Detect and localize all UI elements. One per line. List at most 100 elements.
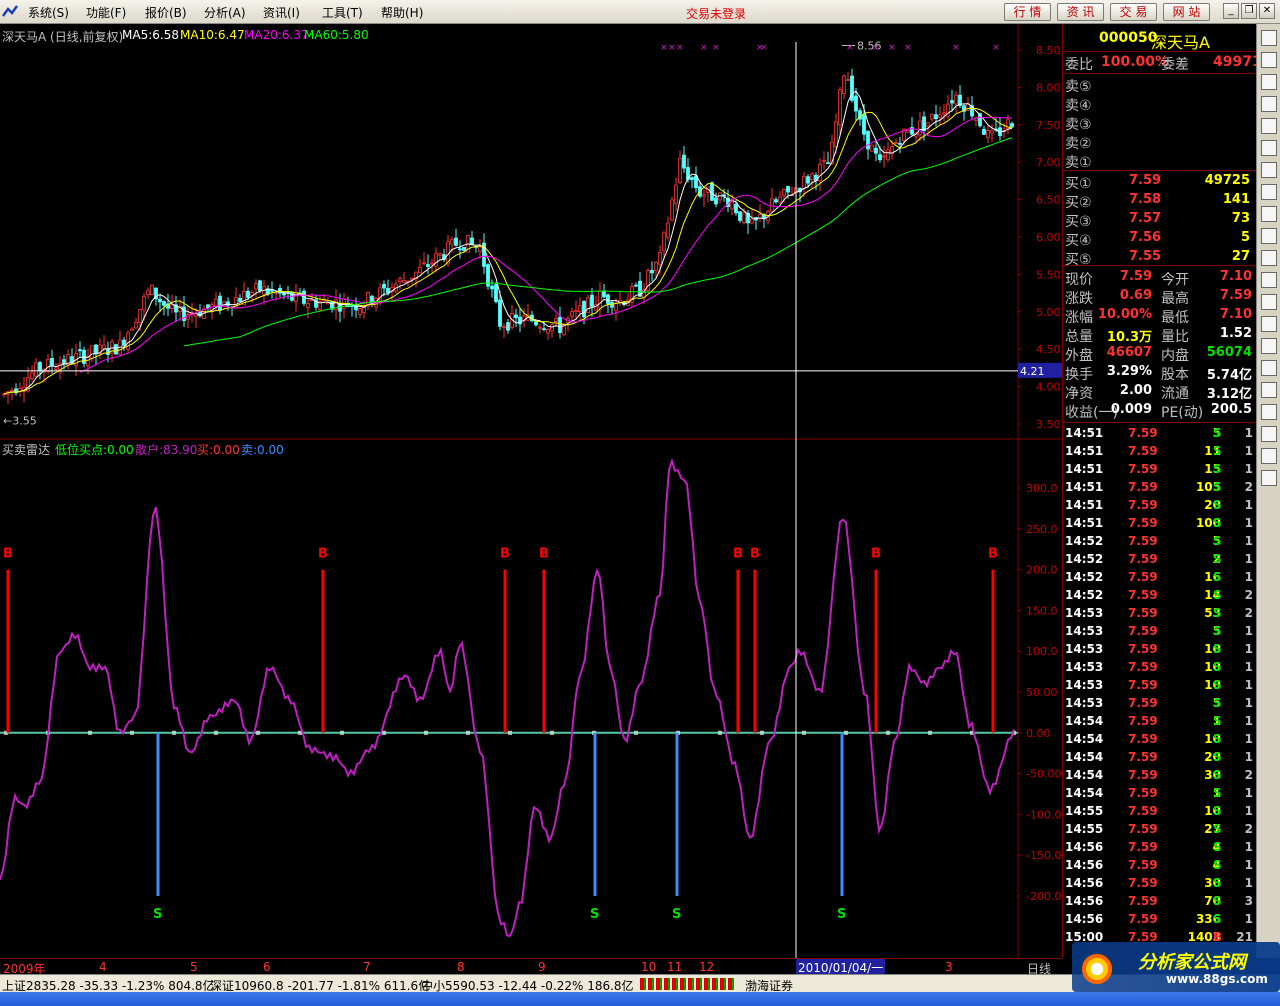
- pen-icon[interactable]: [1261, 426, 1277, 442]
- tick-side: S: [1213, 894, 1222, 908]
- taskbar: [0, 992, 1280, 1006]
- menu-system[interactable]: 系统(S): [28, 4, 69, 21]
- news-icon[interactable]: [1261, 162, 1277, 178]
- zero-line-dot: [466, 730, 470, 735]
- tick-price: 7.59: [1128, 858, 1158, 872]
- zoom-icon[interactable]: [1261, 228, 1277, 244]
- buy-signal-label: B: [750, 547, 760, 562]
- user-icon[interactable]: [1261, 184, 1277, 200]
- candle-body: [490, 285, 494, 290]
- tick-count: 1: [1244, 912, 1253, 926]
- sell-signal-label: S: [672, 907, 681, 922]
- transfer-icon[interactable]: [1261, 404, 1277, 420]
- settings-icon[interactable]: [1261, 382, 1277, 398]
- tick-row: 14:54 7.59 1 S 1: [1065, 714, 1253, 732]
- rsi-icon[interactable]: [1261, 316, 1277, 332]
- date-label: 7: [363, 960, 371, 974]
- candle-body: [38, 362, 42, 372]
- low-buy-label: 低位买点:0.00: [55, 443, 134, 457]
- compare-icon[interactable]: [1261, 96, 1277, 112]
- retail-line: [0, 457, 1015, 937]
- trend-icon[interactable]: [1261, 52, 1277, 68]
- stock-name: 深天马A: [1151, 33, 1210, 52]
- ma-line: [79, 116, 1013, 373]
- candle-body: [578, 305, 582, 312]
- list-icon[interactable]: [1261, 118, 1277, 134]
- indicator-name[interactable]: 买卖雷达: [2, 441, 50, 458]
- indicator-tick-label: -50.00: [1026, 768, 1061, 781]
- buy-level-price: 7.59: [1129, 173, 1162, 188]
- tick-side: S: [1213, 570, 1222, 584]
- price-tick-label: 6.00: [1036, 231, 1061, 244]
- table-icon[interactable]: [1261, 140, 1277, 156]
- zero-line-dot: [88, 730, 92, 735]
- website-button[interactable]: 网 站: [1163, 3, 1210, 21]
- tick-side: S: [1213, 642, 1222, 656]
- candle-body: [558, 316, 562, 333]
- menu-quote[interactable]: 报价(B): [145, 4, 187, 21]
- candle-icon[interactable]: [1261, 74, 1277, 90]
- stat-value: 7.59: [1219, 288, 1252, 303]
- indicator-tick-label: 50.00: [1026, 686, 1058, 699]
- zero-line-dot: [130, 730, 134, 735]
- up-arrow-icon[interactable]: [1261, 448, 1277, 464]
- candle-body: [438, 253, 442, 256]
- tick-side: S: [1213, 426, 1222, 440]
- tick-price: 7.59: [1128, 768, 1158, 782]
- stat-label: 最低: [1161, 310, 1189, 326]
- stat-label: 量比: [1161, 329, 1189, 345]
- candle-body: [502, 326, 506, 329]
- tick-side: S: [1213, 606, 1222, 620]
- down-arrow-icon[interactable]: [1261, 470, 1277, 486]
- tick-row: 14:53 7.59 10 S 1: [1065, 660, 1253, 678]
- tick-row: 14:52 7.59 16 S 1: [1065, 570, 1253, 588]
- tick-side: S: [1213, 498, 1222, 512]
- user-group-icon[interactable]: [1261, 206, 1277, 222]
- stat-label: 净资: [1065, 386, 1093, 402]
- buy-level-label: 买①: [1065, 176, 1092, 192]
- menu-analysis[interactable]: 分析(A): [204, 4, 246, 21]
- price-tick-label: 5.00: [1036, 306, 1061, 319]
- candle-body: [146, 290, 150, 296]
- chart-area[interactable]: B B B B B B B BS S S S 8.508.007.507.006.506.005.5…: [0, 24, 1062, 958]
- menu-news[interactable]: 资讯(I): [263, 4, 300, 21]
- stat-value: 3.12亿: [1206, 387, 1252, 402]
- menu-help[interactable]: 帮助(H): [381, 4, 423, 21]
- search-icon[interactable]: [1261, 250, 1277, 266]
- refresh-icon[interactable]: [1261, 338, 1277, 354]
- stat-label: 换手: [1065, 367, 1093, 383]
- grid-icon[interactable]: [1261, 30, 1277, 46]
- chart-icon[interactable]: [1261, 294, 1277, 310]
- tick-count: 1: [1244, 804, 1253, 818]
- news-button[interactable]: 资 讯: [1057, 3, 1104, 21]
- tick-time: 14:52: [1065, 570, 1104, 584]
- etf-icon[interactable]: [1261, 272, 1277, 288]
- zero-line-dot: [424, 730, 428, 735]
- candle-body: [610, 302, 614, 308]
- export-icon[interactable]: [1261, 360, 1277, 376]
- sell-level-label: 卖②: [1065, 136, 1092, 152]
- candle-body: [614, 302, 618, 312]
- stat-label: 流通: [1161, 386, 1189, 402]
- menu-function[interactable]: 功能(F): [86, 4, 126, 21]
- candle-body: [366, 292, 370, 307]
- tick-side: S: [1213, 588, 1222, 602]
- candle-body: [938, 114, 942, 118]
- tick-time: 14:52: [1065, 552, 1104, 566]
- candle-body: [254, 283, 258, 290]
- trade-button[interactable]: 交 易: [1110, 3, 1157, 21]
- tick-time: 14:55: [1065, 804, 1104, 818]
- minimize-icon[interactable]: _: [1223, 3, 1239, 19]
- restore-icon[interactable]: ❐: [1241, 3, 1257, 19]
- menu-tools[interactable]: 工具(T): [322, 4, 363, 21]
- tick-row: 14:52 7.59 14 S 2: [1065, 588, 1253, 606]
- tick-side: S: [1213, 822, 1222, 836]
- quote-button[interactable]: 行 情: [1004, 3, 1051, 21]
- tick-row: 14:51 7.59 15 S 1: [1065, 462, 1253, 480]
- candle-body: [862, 114, 866, 135]
- candle-body: [138, 309, 142, 323]
- candle-body: [954, 94, 958, 105]
- candle-body: [926, 122, 930, 127]
- close-icon[interactable]: ✕: [1259, 3, 1275, 19]
- candle-body: [674, 184, 678, 204]
